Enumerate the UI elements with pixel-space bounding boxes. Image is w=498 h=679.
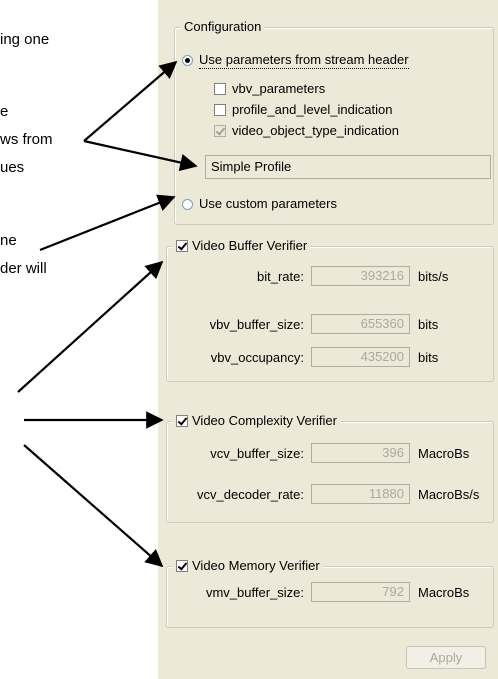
vbv-occupancy-field: 435200 <box>311 347 410 367</box>
use-custom-parameters-radio[interactable]: Use custom parameters <box>182 196 337 212</box>
vcv-title: Video Complexity Verifier <box>192 413 337 428</box>
profile-and-level-checkbox[interactable]: profile_and_level_indication <box>214 102 392 118</box>
vbv-buffer-size-unit: bits <box>418 317 439 332</box>
settings-panel: Configuration Use parameters from stream… <box>158 0 498 679</box>
vmv-title: Video Memory Verifier <box>192 558 320 573</box>
vcv-buffer-size-label: vcv_buffer_size: <box>210 446 304 461</box>
profile-and-level-label: profile_and_level_indication <box>232 102 393 117</box>
apply-button[interactable]: Apply <box>406 646 486 669</box>
use-stream-header-label: Use parameters from stream header <box>199 52 409 69</box>
vbv-group-header[interactable]: Video Buffer Verifier <box>173 238 311 254</box>
vmv-enable-checkbox[interactable] <box>176 560 188 572</box>
vbv-buffer-size-field: 655360 <box>311 314 410 334</box>
doc-text-line: e <box>0 103 9 120</box>
profile-value-field: Simple Profile <box>205 155 491 179</box>
vbv-buffer-size-label: vbv_buffer_size: <box>209 317 304 332</box>
checkbox-icon[interactable] <box>214 104 226 116</box>
checkbox-checked-disabled-icon <box>214 125 226 137</box>
vbv-enable-checkbox[interactable] <box>176 240 188 252</box>
radio-selected-icon[interactable] <box>182 55 193 66</box>
vcv-group-header[interactable]: Video Complexity Verifier <box>173 413 340 429</box>
arrow-to-vmv <box>23 444 164 568</box>
vcv-enable-checkbox[interactable] <box>176 415 188 427</box>
vcv-group: Video Complexity Verifier <box>166 413 494 523</box>
vmv-buffer-size-unit: MacroBs <box>418 585 470 600</box>
doc-text-line: der will <box>0 260 47 277</box>
use-custom-label: Use custom parameters <box>199 196 337 211</box>
doc-text-line: ues <box>0 159 25 176</box>
radio-icon[interactable] <box>182 198 193 210</box>
vbv-occupancy-label: vbv_occupancy: <box>210 350 304 365</box>
vcv-decoder-rate-label: vcv_decoder_rate: <box>197 487 304 502</box>
doc-text-line: ing one <box>0 31 50 48</box>
vcv-decoder-rate-field: 11880 <box>311 484 410 504</box>
vcv-buffer-size-unit: MacroBs <box>418 446 470 461</box>
doc-text-line: ne <box>0 232 17 249</box>
bit-rate-unit: bits/s <box>418 269 449 284</box>
arrow-to-vbv <box>17 260 164 393</box>
vcv-decoder-rate-unit: MacroBs/s <box>418 487 480 502</box>
doc-text-line: ws from <box>0 131 53 148</box>
vmv-group-header[interactable]: Video Memory Verifier <box>173 558 323 574</box>
arrow-to-custom-parameters <box>39 194 176 252</box>
configuration-title: Configuration <box>181 19 265 35</box>
vbv-parameters-label: vbv_parameters <box>232 81 326 96</box>
vbv-title: Video Buffer Verifier <box>192 238 308 253</box>
checkbox-icon[interactable] <box>214 83 226 95</box>
vmv-buffer-size-field: 792 <box>311 582 410 602</box>
vmv-buffer-size-label: vmv_buffer_size: <box>205 585 304 600</box>
bit-rate-field: 393216 <box>311 266 410 286</box>
vbv-occupancy-unit: bits <box>418 350 439 365</box>
vcv-buffer-size-field: 396 <box>311 443 410 463</box>
video-object-type-checkbox: video_object_type_indication <box>214 123 399 139</box>
video-object-type-label: video_object_type_indication <box>232 123 399 138</box>
use-stream-header-radio[interactable]: Use parameters from stream header <box>182 52 409 69</box>
vbv-parameters-checkbox[interactable]: vbv_parameters <box>214 81 325 97</box>
bit-rate-label: bit_rate: <box>257 269 304 284</box>
